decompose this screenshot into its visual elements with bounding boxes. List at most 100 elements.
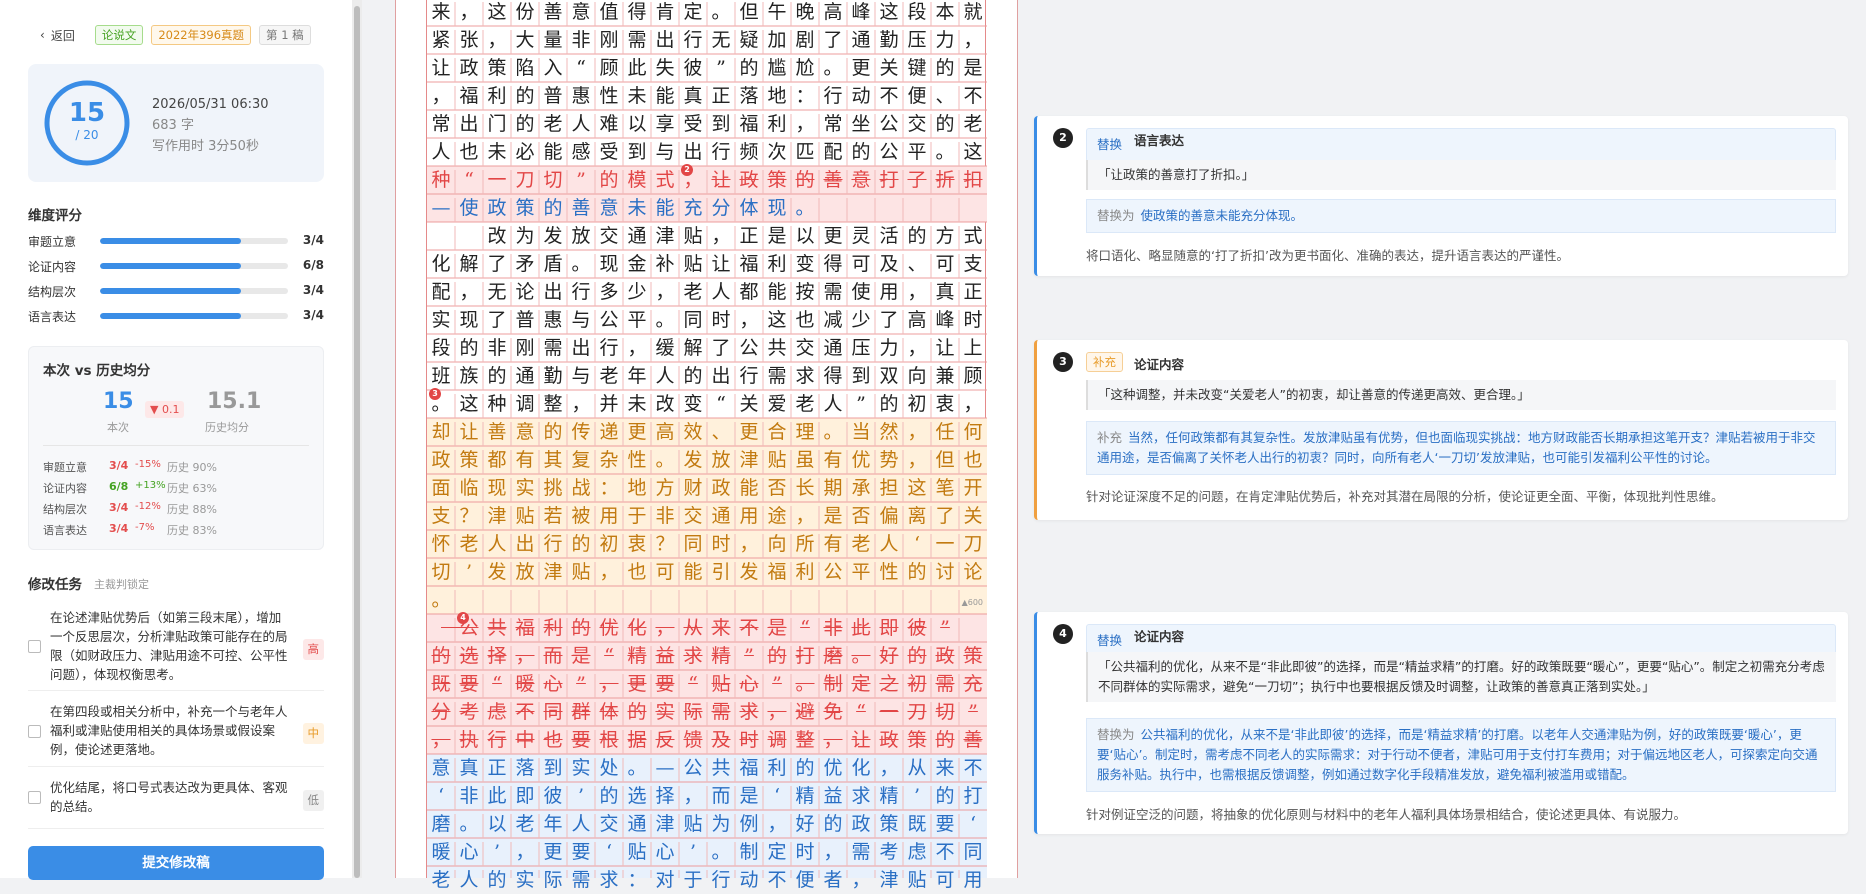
grid-char: 。 [459,813,479,835]
grid-char: 这 [459,393,479,415]
grid-char: 用 [963,869,983,891]
grid-char: 正 [487,757,507,779]
card-badge: 补充 [1086,352,1123,372]
grid-char: 一 [879,701,899,723]
grid-char: 到 [711,113,731,135]
grid-char: 老 [851,533,871,555]
grid-char: 出 [459,113,479,135]
task-checkbox[interactable] [28,791,41,804]
grid-char: 未 [627,197,647,219]
grid-char: 政 [431,449,451,471]
grid-char: 能 [543,141,563,163]
grid-char: 来 [431,1,451,23]
grid-char: 精 [711,645,731,667]
grid-char: 这 [767,309,787,331]
grid-char: 要 [935,813,955,835]
grid-char: 打 [795,645,815,667]
grid-char: 求 [739,701,759,723]
grid-char: 同 [543,701,563,723]
grid-char: 让 [711,253,731,275]
grid-char: 暖 [431,841,451,863]
grid-char: 贴 [683,253,703,275]
replacement-text: 替换为 公共福利的优化，从来不是‘非此即彼’的选择，而是‘精益求精’的打磨。以老年… [1086,718,1836,792]
grid-char: 公 [599,309,619,331]
grid-char: ” [940,617,950,639]
grid-char: 灵 [851,225,871,247]
grid-char: 的 [851,141,871,163]
task-item: 在论述津贴优势后（如第三段末尾），增加一个反思层次，分析津贴政策可能存在的局限（… [28,603,324,691]
grid-char: 中 [515,729,535,751]
grid-char: 出 [711,365,731,387]
grid-char: 少 [627,281,647,303]
grid-char: 贴 [683,813,703,835]
grid-char: 求 [599,869,619,891]
grid-char: 放 [711,449,731,471]
grid-char: ‘ [773,785,781,807]
sidebar: ‹ 返回 论说文 2022年396真题 第 1 稿 15 / 20 2026/0… [0,0,352,880]
grid-char: 匹 [795,141,815,163]
grid-char: 人 [571,813,591,835]
grid-char: 体 [739,197,759,219]
grid-char: — [431,197,451,219]
annotation-marker[interactable]: 4 [457,612,469,624]
writing-time: 写作用时 3分50秒 [152,139,259,154]
grid-char: 老 [963,113,983,135]
grid-char: 平 [627,309,647,331]
grid-char: 并 [599,393,619,415]
grid-char: 共 [711,757,731,779]
grid-char: 使 [851,281,871,303]
grid-char: 若 [543,505,563,527]
grid-char: 让 [459,421,479,443]
back-button[interactable]: ‹ 返回 [40,27,75,44]
grid-char: 加 [767,29,787,51]
grid-char: 方 [935,225,955,247]
grid-char: 的 [571,617,591,639]
task-checkbox[interactable] [28,640,41,653]
grid-char: 偏 [879,505,899,527]
grid-char: 于 [627,505,647,527]
grid-char: 化 [627,617,647,639]
grid-char: 份 [515,1,535,23]
task-checkbox[interactable] [28,725,41,738]
grid-char: 其 [543,449,563,471]
grid-char: 入 [543,57,563,79]
grid-char: 未 [487,141,507,163]
grid-char: 人 [655,365,675,387]
grid-char: 落 [515,757,535,779]
grid-char: 充 [963,673,983,695]
grid-char: 必 [515,141,535,163]
grid-char: 老 [543,113,563,135]
grid-char: 既 [431,673,451,695]
annotation-marker[interactable]: 3 [429,388,441,400]
grid-char: 尬 [795,57,815,79]
sidebar-scrollbar[interactable] [352,0,362,878]
submit-revision-button[interactable]: 提交修改稿 [28,846,324,880]
grid-char: 金 [627,253,647,275]
grid-char: 择 [487,645,507,667]
grid-char: 真 [935,281,955,303]
grid-char: 暖 [515,673,535,695]
grid-char: 正 [963,281,983,303]
grid-char: 出 [655,29,675,51]
grid-char: 也 [543,729,563,751]
card-note: 将口语化、略显随意的‘打了折扣’改为更书面化、准确的表达，提升语言表达的严谨性。 [1086,248,1569,263]
grid-char: 的 [543,421,563,443]
grid-char: 讨 [935,561,955,583]
grid-char: 常 [823,113,843,135]
grid-char: 即 [515,785,535,807]
grid-char: 出 [683,141,703,163]
grid-char: 福 [739,757,759,779]
grid-char: 反 [655,729,675,751]
grid-char: 上 [963,337,983,359]
grid-char: 不 [739,617,759,639]
annotation-marker[interactable]: 2 [681,164,693,176]
grid-char: ， [431,85,451,107]
grid-char: 的 [935,785,955,807]
grid-char: 初 [599,533,619,555]
grid-char: 的 [907,561,927,583]
grid-char: 无 [711,29,731,51]
grid-char: 津 [543,561,563,583]
grid-char: 福 [515,617,535,639]
grid-char: 。 [627,757,647,779]
grid-char: 刚 [599,29,619,51]
